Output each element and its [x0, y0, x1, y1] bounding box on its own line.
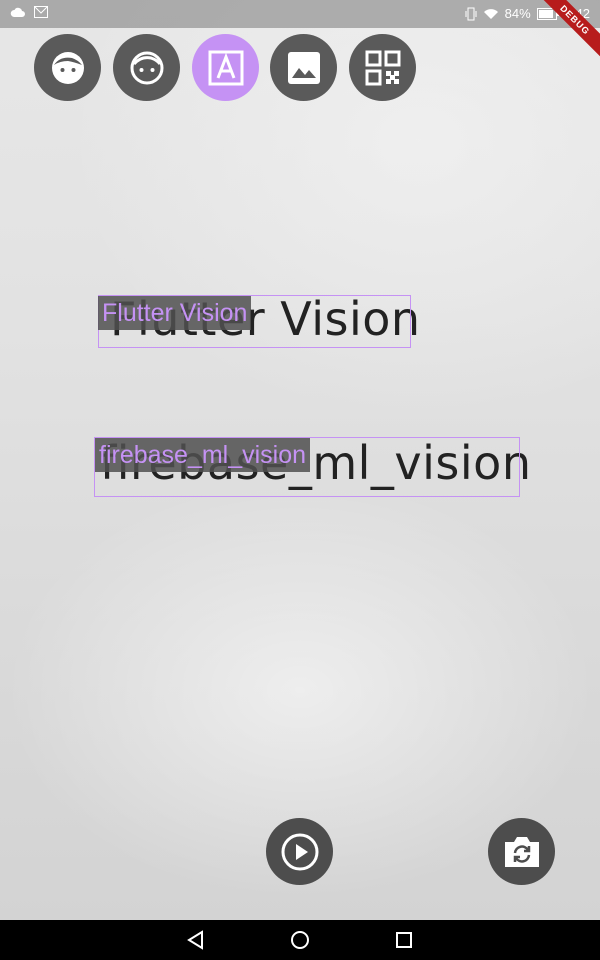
qr-code-icon [365, 50, 400, 85]
recents-icon[interactable] [392, 928, 416, 952]
switch-camera-button[interactable] [488, 818, 555, 885]
face-contour-button[interactable] [113, 34, 180, 101]
switch-camera-icon [504, 836, 539, 867]
mail-icon [34, 6, 48, 18]
barcode-scanning-button[interactable] [349, 34, 416, 101]
image-labeling-button[interactable] [270, 34, 337, 101]
text-recognition-icon [208, 50, 243, 85]
play-button[interactable] [266, 818, 333, 885]
text-recognition-button[interactable] [192, 34, 259, 101]
navigation-bar [0, 920, 600, 960]
face-icon [51, 51, 84, 84]
back-icon[interactable] [184, 928, 208, 952]
battery-percent: 84% [504, 6, 531, 21]
detection-label-1: Flutter Vision [98, 296, 252, 330]
vibrate-icon [465, 7, 477, 20]
camera-preview: Flutter Vision firebase_ml_vision Flutte… [0, 0, 600, 920]
play-icon [281, 833, 318, 870]
home-icon[interactable] [288, 928, 312, 952]
detection-label-2: firebase_ml_vision [95, 438, 311, 472]
status-bar: 84% 2:42 DEBUG [0, 0, 600, 65]
cloud-icon [10, 7, 25, 17]
image-icon [287, 51, 320, 84]
face-outline-icon [130, 51, 163, 84]
face-detection-button[interactable] [34, 34, 101, 101]
wifi-icon [483, 8, 498, 19]
